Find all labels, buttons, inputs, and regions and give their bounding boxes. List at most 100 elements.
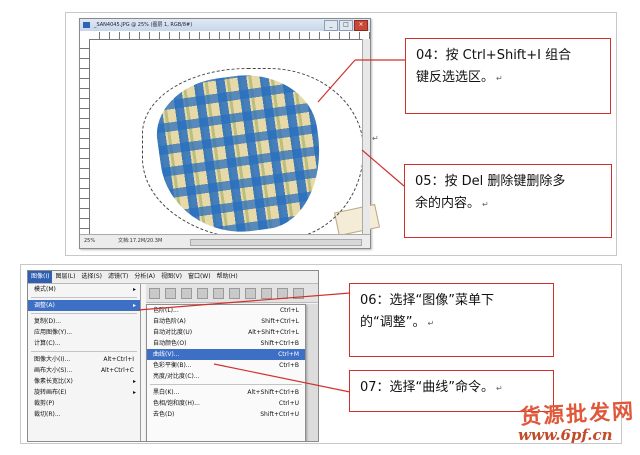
tool-button[interactable]	[293, 288, 304, 299]
marching-ants-selection	[142, 68, 364, 240]
menu-item-apply-image[interactable]: 应用图像(Y)...	[28, 327, 140, 338]
menu-item-label: 色阶(L)...	[153, 307, 179, 314]
menu-item-label: 复制(D)...	[34, 318, 62, 325]
menu-help[interactable]: 帮助(H)	[214, 271, 241, 283]
tool-button[interactable]	[277, 288, 288, 299]
submenu-item-auto-levels[interactable]: 自动色阶(A) Shift+Ctrl+L	[147, 316, 305, 327]
submenu-item-black-white[interactable]: 黑白(K)... Alt+Shift+Ctrl+B	[147, 387, 305, 398]
menu-item-label: 裁剪(P)	[34, 400, 55, 407]
minimize-button[interactable]: _	[324, 20, 338, 31]
tool-button[interactable]	[197, 288, 208, 299]
status-bar: 25% 文档:17.2M/20.3M	[80, 234, 370, 248]
tool-button[interactable]	[245, 288, 256, 299]
submenu-arrow-icon: ▸	[132, 389, 136, 396]
annotation-line: 的“调整”。 ↵	[360, 312, 543, 335]
menu-item-duplicate[interactable]: 复制(D)...	[28, 316, 140, 327]
menu-item-rotate-canvas[interactable]: 旋转画布(E) ▸	[28, 387, 140, 398]
menu-item-adjustments[interactable]: 调整(A) ▸	[28, 300, 140, 311]
annotation-text: 05：按 Del 删除键删除多	[415, 174, 566, 189]
tool-button[interactable]	[181, 288, 192, 299]
menu-item-crop[interactable]: 裁剪(P)	[28, 398, 140, 409]
menu-view[interactable]: 视图(V)	[158, 271, 185, 283]
submenu-item-auto-color[interactable]: 自动颜色(O) Shift+Ctrl+B	[147, 338, 305, 349]
menu-item-label: 裁切(R)...	[34, 411, 61, 418]
submenu-item-auto-contrast[interactable]: 自动对比度(U) Alt+Shift+Ctrl+L	[147, 327, 305, 338]
photoshop-document-window: _SAN4045.JPG @ 25% (图层 1, RGB/8#) _ □ × …	[79, 18, 381, 249]
menu-item-label: 应用图像(Y)...	[34, 329, 73, 336]
menu-shortcut: Shift+Ctrl+L	[261, 318, 299, 325]
menu-layer[interactable]: 图层(L)	[52, 271, 78, 283]
menu-item-label: 模式(M)	[34, 286, 56, 293]
tool-button[interactable]	[149, 288, 160, 299]
annotation-line: 04：按 Ctrl+Shift+I 组合	[416, 45, 600, 67]
return-mark-icon: ↵	[496, 74, 503, 83]
zoom-level[interactable]: 25%	[84, 235, 95, 248]
submenu-item-brightness-contrast[interactable]: 亮度/对比度(C)...	[147, 371, 305, 382]
menu-separator	[31, 297, 137, 298]
menu-shortcut: Ctrl+B	[279, 362, 299, 369]
tool-button[interactable]	[213, 288, 224, 299]
return-mark-icon: ↵	[372, 134, 379, 143]
menu-item-trim[interactable]: 裁切(R)...	[28, 409, 140, 420]
menu-item-label: 调整(A)	[34, 302, 55, 309]
menu-filter[interactable]: 滤镜(T)	[105, 271, 131, 283]
annotation-step-04: 04：按 Ctrl+Shift+I 组合 键反选选区。 ↵	[405, 38, 611, 114]
vertical-ruler	[80, 39, 90, 234]
menu-item-label: 去色(D)	[153, 411, 175, 418]
submenu-arrow-icon: ▸	[132, 378, 136, 385]
canvas-background	[306, 304, 318, 441]
menu-shortcut: Alt+Ctrl+I	[103, 356, 134, 363]
menu-item-label: 黑白(K)...	[153, 389, 180, 396]
maximize-button[interactable]: □	[339, 20, 353, 31]
horizontal-scrollbar[interactable]	[190, 239, 362, 246]
vertical-scrollbar[interactable]	[362, 39, 370, 234]
document-title-bar[interactable]: _SAN4045.JPG @ 25% (图层 1, RGB/8#) _ □ ×	[80, 19, 370, 31]
options-toolbar	[146, 284, 318, 303]
tool-button[interactable]	[261, 288, 272, 299]
submenu-item-color-balance[interactable]: 色彩平衡(B)... Ctrl+B	[147, 360, 305, 371]
return-mark-icon: ↵	[496, 384, 503, 393]
menu-separator	[31, 313, 137, 314]
menu-shortcut: Alt+Shift+Ctrl+L	[248, 329, 299, 336]
menu-analysis[interactable]: 分析(A)	[131, 271, 158, 283]
menu-item-calculations[interactable]: 计算(C)...	[28, 338, 140, 349]
annotation-text: 余的内容。	[415, 196, 481, 211]
close-button[interactable]: ×	[354, 20, 368, 31]
menu-separator	[31, 351, 137, 352]
submenu-item-curves[interactable]: 曲线(V)... Ctrl+M	[147, 349, 305, 360]
submenu-item-hue-saturation[interactable]: 色相/饱和度(H)... Ctrl+U	[147, 398, 305, 409]
menu-item-label: 计算(C)...	[34, 340, 61, 347]
menu-item-label: 亮度/对比度(C)...	[153, 373, 200, 380]
menu-item-label: 旋转画布(E)	[34, 389, 67, 396]
menu-item-canvas-size[interactable]: 画布大小(S)... Alt+Ctrl+C	[28, 365, 140, 376]
menu-shortcut: Ctrl+M	[278, 351, 299, 358]
menu-shortcut: Alt+Shift+Ctrl+B	[247, 389, 299, 396]
menu-window[interactable]: 窗口(W)	[185, 271, 214, 283]
annotation-step-06: 06：选择“图像”菜单下 的“调整”。 ↵	[349, 283, 554, 357]
adjustments-submenu: 色阶(L)... Ctrl+L 自动色阶(A) Shift+Ctrl+L 自动对比度…	[146, 304, 306, 441]
return-mark-icon: ↵	[482, 200, 489, 209]
submenu-item-levels[interactable]: 色阶(L)... Ctrl+L	[147, 305, 305, 316]
menu-shortcut: Shift+Ctrl+B	[260, 340, 299, 347]
annotation-text: 06：选择“图像”菜单下	[360, 293, 495, 308]
annotation-step-05: 05：按 Del 删除键删除多 余的内容。 ↵	[404, 164, 612, 238]
menu-shortcut: Ctrl+U	[278, 400, 299, 407]
menu-item-image-size[interactable]: 图像大小(I)... Alt+Ctrl+I	[28, 354, 140, 365]
tool-button[interactable]	[229, 288, 240, 299]
horizontal-ruler	[90, 32, 370, 40]
menu-item-pixel-aspect[interactable]: 像素长宽比(X) ▸	[28, 376, 140, 387]
submenu-item-desaturate[interactable]: 去色(D) Shift+Ctrl+U	[147, 409, 305, 420]
menu-item-mode[interactable]: 模式(M) ▸	[28, 284, 140, 295]
photoshop-menu-window: 图像(I) 图层(L) 选择(S) 滤镜(T) 分析(A) 视图(V) 窗口(W…	[27, 270, 319, 442]
annotation-line: 07：选择“曲线”命令。 ↵	[360, 377, 543, 400]
menu-select[interactable]: 选择(S)	[78, 271, 105, 283]
menu-item-label: 曲线(V)...	[153, 351, 180, 358]
document-canvas[interactable]	[90, 40, 381, 243]
document-title: _SAN4045.JPG @ 25% (图层 1, RGB/8#)	[94, 22, 193, 28]
annotation-line: 键反选选区。 ↵	[416, 67, 600, 90]
return-mark-icon: ↵	[427, 319, 435, 328]
menu-shortcut: Alt+Ctrl+C	[100, 367, 134, 374]
menu-image[interactable]: 图像(I)	[28, 271, 53, 283]
menu-bar: 图像(I) 图层(L) 选择(S) 滤镜(T) 分析(A) 视图(V) 窗口(W…	[28, 271, 318, 284]
tool-button[interactable]	[165, 288, 176, 299]
